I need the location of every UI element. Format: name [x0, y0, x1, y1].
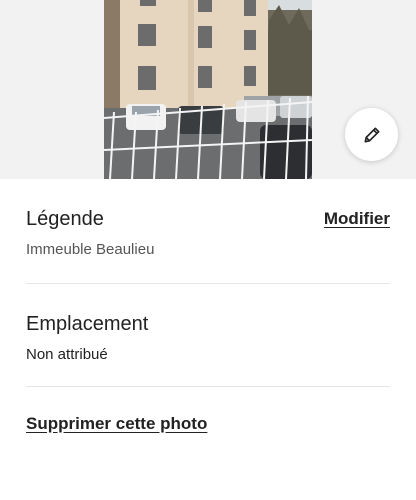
pencil-icon [364, 127, 379, 142]
photo-area [0, 0, 416, 179]
delete-photo-link[interactable]: Supprimer cette photo [26, 414, 207, 433]
divider [26, 386, 390, 387]
modify-caption-link[interactable]: Modifier [324, 209, 390, 229]
location-title: Emplacement [26, 313, 149, 335]
edit-photo-button[interactable] [345, 108, 398, 161]
location-value: Non attribué [26, 346, 108, 363]
location-section: Emplacement Non attribué [26, 312, 390, 365]
caption-value: Immeuble Beaulieu [26, 241, 155, 258]
delete-section: Supprimer cette photo [26, 414, 390, 434]
caption-section: Légende Immeuble Beaulieu Modifier [26, 207, 390, 260]
divider [26, 283, 390, 284]
building-photo[interactable] [104, 0, 312, 179]
photo-image [104, 0, 312, 179]
photo-detail-page: Légende Immeuble Beaulieu Modifier Empla… [0, 0, 416, 500]
